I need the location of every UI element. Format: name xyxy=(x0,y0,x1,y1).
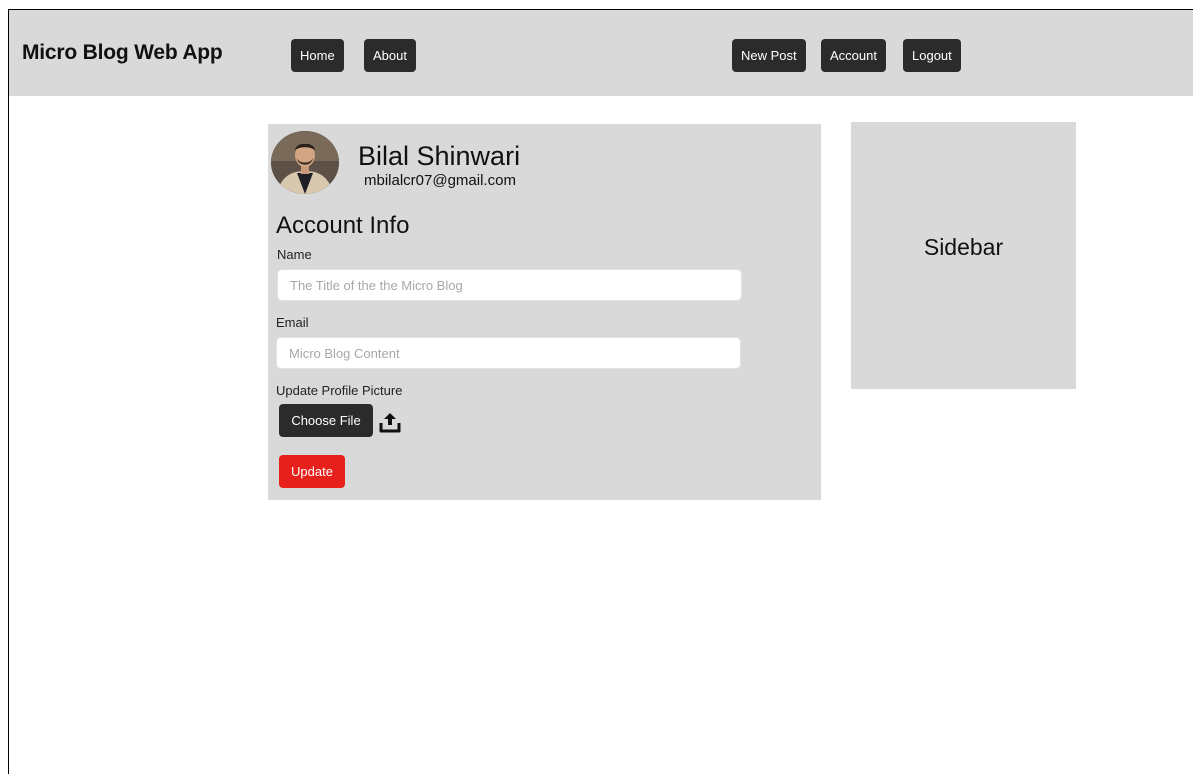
email-label: Email xyxy=(276,315,309,330)
choose-file-button[interactable]: Choose File xyxy=(279,404,373,437)
name-label: Name xyxy=(277,247,312,262)
profile-picture-label: Update Profile Picture xyxy=(276,383,403,398)
email-input[interactable] xyxy=(276,337,741,369)
profile-name: Bilal Shinwari xyxy=(358,141,521,171)
upload-icon[interactable] xyxy=(379,411,401,433)
sidebar: Sidebar xyxy=(851,122,1076,389)
name-input[interactable] xyxy=(277,269,742,301)
nav-logout-button[interactable]: Logout xyxy=(903,39,961,72)
profile-email: mbilalcr07@gmail.com xyxy=(364,172,516,189)
nav-new-post-button[interactable]: New Post xyxy=(732,39,806,72)
top-navbar: Micro Blog Web App Home About New Post A… xyxy=(9,10,1193,96)
sidebar-label: Sidebar xyxy=(923,234,1004,260)
account-card: Bilal Shinwari mbilalcr07@gmail.com Acco… xyxy=(268,124,821,500)
account-info-heading: Account Info xyxy=(276,212,410,239)
app-title: Micro Blog Web App xyxy=(22,41,223,64)
avatar-image xyxy=(271,131,339,194)
nav-home-button[interactable]: Home xyxy=(291,39,344,72)
nav-account-button[interactable]: Account xyxy=(821,39,886,72)
app-frame: Micro Blog Web App Home About New Post A… xyxy=(8,9,1193,774)
update-button[interactable]: Update xyxy=(279,455,345,488)
avatar xyxy=(271,131,339,194)
nav-about-button[interactable]: About xyxy=(364,39,416,72)
